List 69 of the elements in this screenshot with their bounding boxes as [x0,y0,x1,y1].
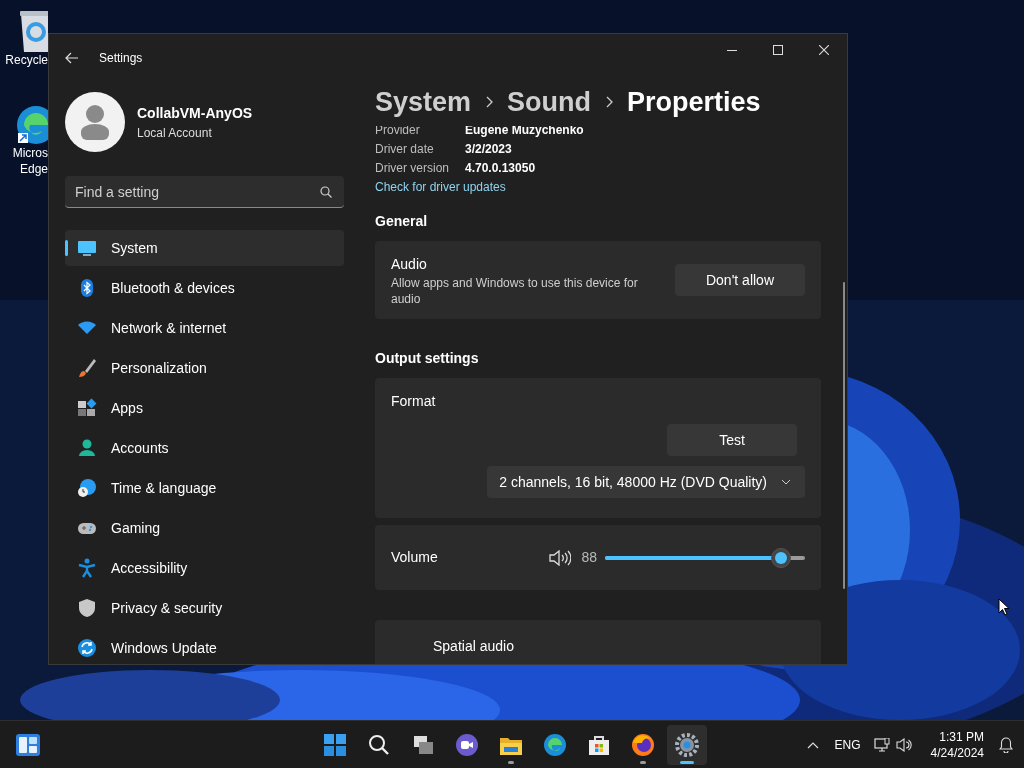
section-heading: Output settings [375,349,480,368]
driver-updates-link[interactable]: Check for driver updates [375,177,506,197]
back-arrow-icon [65,52,79,64]
nav-item[interactable]: Windows Update [65,630,344,664]
taskbar-button[interactable] [667,725,707,765]
property-value: 3/2/2023 [465,140,512,158]
section-heading: General [375,212,429,231]
setting-title: Spatial audio [433,637,514,656]
chevron-down-icon [781,479,791,485]
time-icon [77,478,97,498]
search-icon [320,186,332,198]
property-label: Driver date [375,140,435,158]
recycle-bin-icon[interactable] [18,10,48,52]
chevron-right-icon [605,96,614,108]
accessibility-icon [77,558,97,578]
desktop-icon-label: Recycle [5,52,48,68]
apps-icon [77,398,97,418]
chevron-up-icon [806,741,819,749]
update-icon [77,638,97,658]
chat-icon [455,733,479,757]
taskview-icon [411,733,435,757]
privacy-icon [77,598,97,618]
desktop-icon-label: Edge [19,161,48,177]
property-value: 4.70.0.13050 [465,159,536,177]
nav-item[interactable]: Apps [65,390,344,426]
page-title: Properties [627,85,761,119]
system-icon [77,238,97,258]
speaker-icon [549,549,572,566]
nav-item[interactable]: Privacy & security [65,590,344,626]
nav-item[interactable]: Bluetooth & devices [65,270,344,306]
volume-reading: 88 [581,548,597,567]
setting-title: Format [391,392,437,411]
breadcrumb-link[interactable]: Sound [507,81,592,123]
language-indicator[interactable]: ENG [824,729,871,761]
nav-item[interactable]: Gaming [65,510,344,546]
volume-slider[interactable] [605,547,805,568]
maximize-icon [773,45,783,55]
window-title: Settings [99,50,143,67]
avatar [65,92,125,152]
widgets-icon [16,734,40,756]
mouse-pointer-icon [998,598,1010,616]
search-icon [367,733,391,757]
setting-title: Volume [391,548,438,567]
close-icon [819,45,829,55]
brush-icon [77,358,97,378]
test-button[interactable]: Test [667,424,797,456]
accounts-icon [77,438,97,458]
desktop-icon-label: Micros [12,145,48,161]
start-icon [323,733,347,757]
account-name: CollabVM-AnyOS [137,103,253,123]
account-type: Local Account [137,124,213,142]
format-dropdown[interactable]: 2 channels, 16 bit, 48000 Hz (DVD Quality) [487,466,805,498]
setting-title: Audio [391,254,428,274]
settings-icon [675,733,699,757]
nav-item[interactable]: Network & internet [65,310,344,346]
nav-item[interactable]: System [65,230,344,266]
nav-item[interactable]: Accounts [65,430,344,466]
nav-item[interactable]: Time & language [65,470,344,506]
chevron-right-icon [485,96,494,108]
breadcrumb-link[interactable]: System [375,81,472,123]
search-field[interactable]: Find a setting [65,176,344,208]
setting-description: Allow apps and Windows to use this device for audio [391,274,639,307]
store-icon [587,733,611,757]
nav-item[interactable]: Personalization [65,350,344,386]
minimize-icon [727,49,737,51]
clock[interactable]: 1:31 PM 4/24/2024 [922,729,992,761]
dont-allow-button[interactable]: Don't allow [675,264,805,296]
nav-item[interactable]: Accessibility [65,550,344,586]
property-label: Driver version [375,159,450,177]
